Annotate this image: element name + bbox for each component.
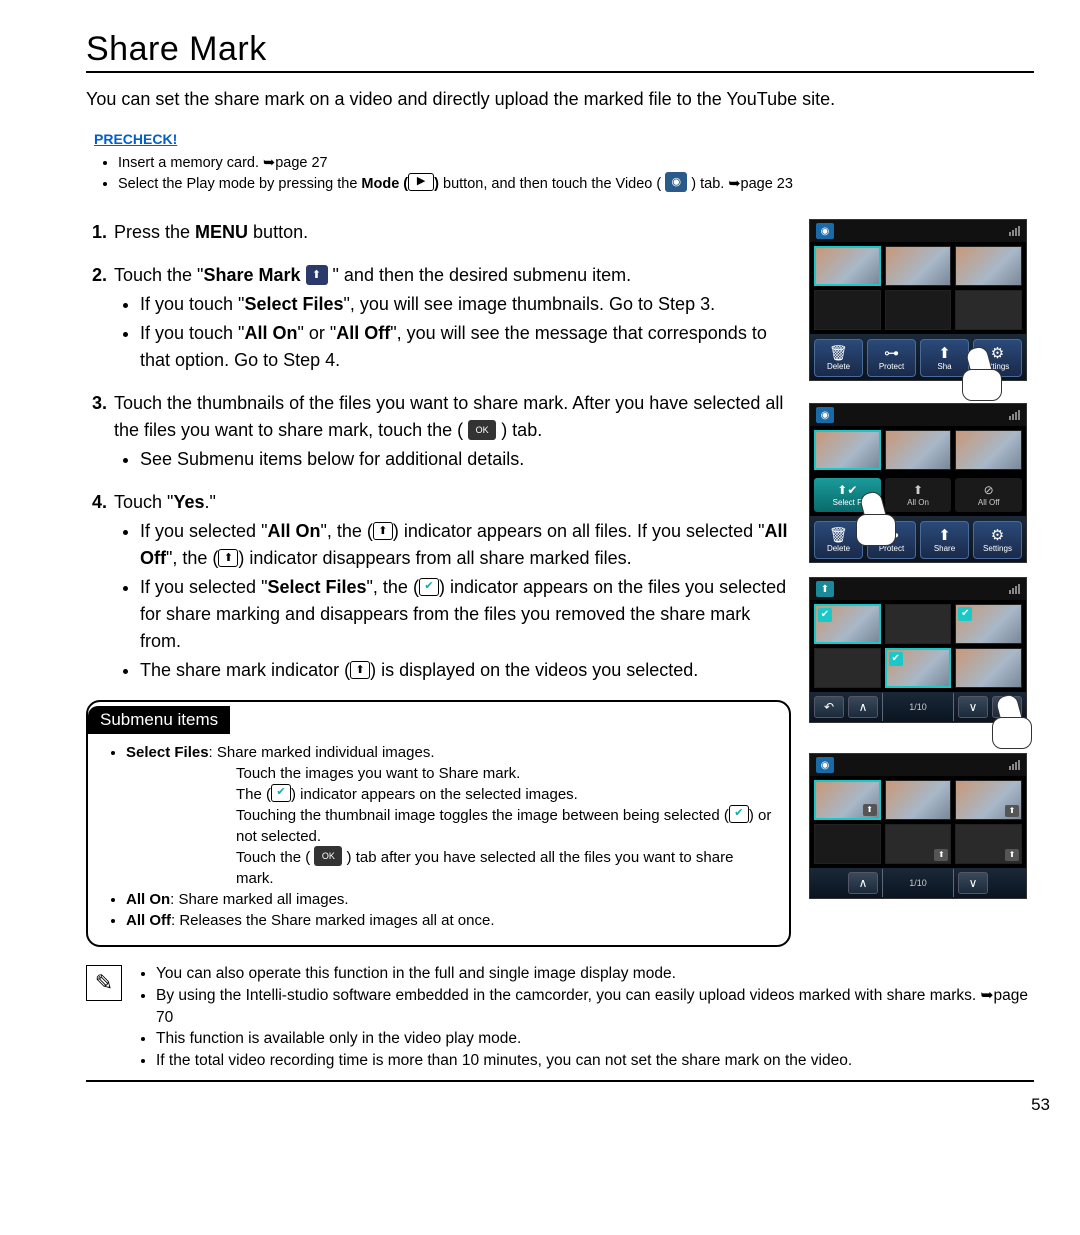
precheck-section: PRECHECK! Insert a memory card. ➥page 27… <box>86 131 1034 195</box>
protect-button[interactable]: ⊶Protect <box>867 339 916 377</box>
thumbnail-empty <box>814 290 881 330</box>
thumbnail[interactable] <box>885 604 952 644</box>
thumbnail[interactable]: ✔ <box>814 604 881 644</box>
check-icon: ✔ <box>889 652 903 666</box>
indicator-icon: ⬆ <box>218 549 238 567</box>
step-4: 4. Touch "Yes." If you selected "All On"… <box>92 489 791 684</box>
share-mark-icon: ⬆ <box>306 265 328 285</box>
settings-button[interactable]: ⚙Settings <box>973 521 1022 559</box>
screen-3: ⬆ ✔ ✔ ✔ ↶ ∧ 1/10 ∨ OK <box>809 577 1027 723</box>
settings-button[interactable]: ⚙ettings <box>973 339 1022 377</box>
ok-button[interactable]: OK <box>992 696 1022 718</box>
page-counter: 1/10 <box>887 702 949 712</box>
play-icon: ▶ <box>408 173 434 191</box>
precheck-label: PRECHECK! <box>94 131 177 147</box>
thumbnail[interactable]: ⬆ <box>955 824 1022 864</box>
mode-icon: ◉ <box>816 223 834 239</box>
share-indicator-icon: ⬆ <box>1005 849 1019 861</box>
battery-icon <box>1009 760 1020 770</box>
note-item: If the total video recording time is mor… <box>156 1050 1034 1072</box>
mode-icon: ◉ <box>816 407 834 423</box>
submenu-item: Select Files: Share marked individual im… <box>126 742 775 889</box>
delete-button[interactable]: 🗑Delete <box>814 339 863 377</box>
submenu-header: Submenu items <box>88 706 230 734</box>
check-icon: ✔ <box>818 608 832 622</box>
share-indicator-icon: ⬆ <box>1005 805 1019 817</box>
screen-4: ◉ ⬆ ⬆ ⬆ ⬆ ∧ ∧ 1/10 ∨ . <box>809 753 1027 899</box>
share-indicator-icon: ⬆ <box>863 804 877 816</box>
submenu-item: All Off: Releases the Share marked image… <box>126 910 775 931</box>
thumbnail[interactable] <box>885 430 952 470</box>
precheck-item: Insert a memory card. ➥page 27 <box>118 153 1034 174</box>
thumbnail-empty <box>814 824 881 864</box>
down-button[interactable]: ∨ <box>958 872 988 894</box>
note-icon: ✎ <box>86 965 122 1001</box>
page-number: 53 <box>1031 1095 1050 1115</box>
video-tab-icon: ◉ <box>665 172 687 192</box>
battery-icon <box>1009 226 1020 236</box>
thumbnail[interactable] <box>955 290 1022 330</box>
step-1: 1. Press the MENU button. <box>92 219 791 246</box>
battery-icon <box>1009 584 1020 594</box>
note-item: You can also operate this function in th… <box>156 963 1034 985</box>
steps-list: 1. Press the MENU button. 2. Touch the "… <box>86 219 791 684</box>
indicator-icon: ⬆ <box>350 661 370 679</box>
screen-2: ◉ ⬆✔Select F ⬆All On ⊘All Off 🗑Delete ⊶P… <box>809 403 1027 563</box>
step-3: 3. Touch the thumbnails of the files you… <box>92 390 791 473</box>
page-title: Share Mark <box>86 30 1034 73</box>
submenu-box: Submenu items Select Files: Share marked… <box>86 700 791 947</box>
share-button[interactable]: ⬆Share <box>920 521 969 559</box>
check-icon: ✔ <box>958 607 972 621</box>
screen-1: ◉ 🗑Delete ⊶Protect ⬆Sha ⚙ettings <box>809 219 1027 381</box>
ok-icon: OK <box>314 846 342 866</box>
thumbnail[interactable] <box>955 430 1022 470</box>
ok-icon: OK <box>468 420 496 440</box>
protect-button[interactable]: ⊶Protect <box>867 521 916 559</box>
delete-button[interactable]: 🗑Delete <box>814 521 863 559</box>
precheck-item: Select the Play mode by pressing the Mod… <box>118 174 1034 195</box>
thumbnail[interactable] <box>885 246 952 286</box>
share-indicator-icon: ⬆ <box>934 849 948 861</box>
share-button[interactable]: ⬆Sha <box>920 339 969 377</box>
all-off-option[interactable]: ⊘All Off <box>955 478 1022 512</box>
thumbnail[interactable]: ✔ <box>955 604 1022 644</box>
thumbnail[interactable] <box>814 246 881 286</box>
check-icon: ✔ <box>729 805 749 823</box>
intro-text: You can set the share mark on a video an… <box>86 87 1034 111</box>
thumbnail[interactable] <box>814 648 881 688</box>
all-on-option[interactable]: ⬆All On <box>885 478 952 512</box>
thumbnail[interactable] <box>885 780 952 820</box>
note-item: This function is available only in the v… <box>156 1028 1034 1050</box>
page-counter: 1/10 <box>887 878 949 888</box>
thumbnail[interactable] <box>814 430 881 470</box>
mode-icon: ◉ <box>816 757 834 773</box>
up-button[interactable]: ∧ <box>848 872 878 894</box>
battery-icon <box>1009 410 1020 420</box>
up-button[interactable]: ∧ <box>848 696 878 718</box>
thumbnail[interactable] <box>955 648 1022 688</box>
thumbnail[interactable]: ⬆ <box>885 824 952 864</box>
thumbnail[interactable]: ✔ <box>885 648 952 688</box>
indicator-icon: ⬆ <box>373 522 393 540</box>
back-button[interactable]: ↶ <box>814 696 844 718</box>
down-button[interactable]: ∨ <box>958 696 988 718</box>
check-icon: ✔ <box>419 578 439 596</box>
submenu-item: All On: Share marked all images. <box>126 889 775 910</box>
note-item: By using the Intelli-studio software emb… <box>156 985 1034 1028</box>
thumbnail[interactable]: ⬆ <box>814 780 881 820</box>
screenshots-column: ◉ 🗑Delete ⊶Protect ⬆Sha ⚙ettings ◉ <box>809 219 1034 947</box>
check-icon: ✔ <box>271 784 291 802</box>
thumbnail-empty <box>885 290 952 330</box>
share-mode-icon: ⬆ <box>816 581 834 597</box>
step-2: 2. Touch the "Share Mark ⬆ " and then th… <box>92 262 791 374</box>
select-files-option[interactable]: ⬆✔Select F <box>814 478 881 512</box>
thumbnail[interactable]: ⬆ <box>955 780 1022 820</box>
notes-section: ✎ You can also operate this function in … <box>86 963 1034 1081</box>
thumbnail[interactable] <box>955 246 1022 286</box>
